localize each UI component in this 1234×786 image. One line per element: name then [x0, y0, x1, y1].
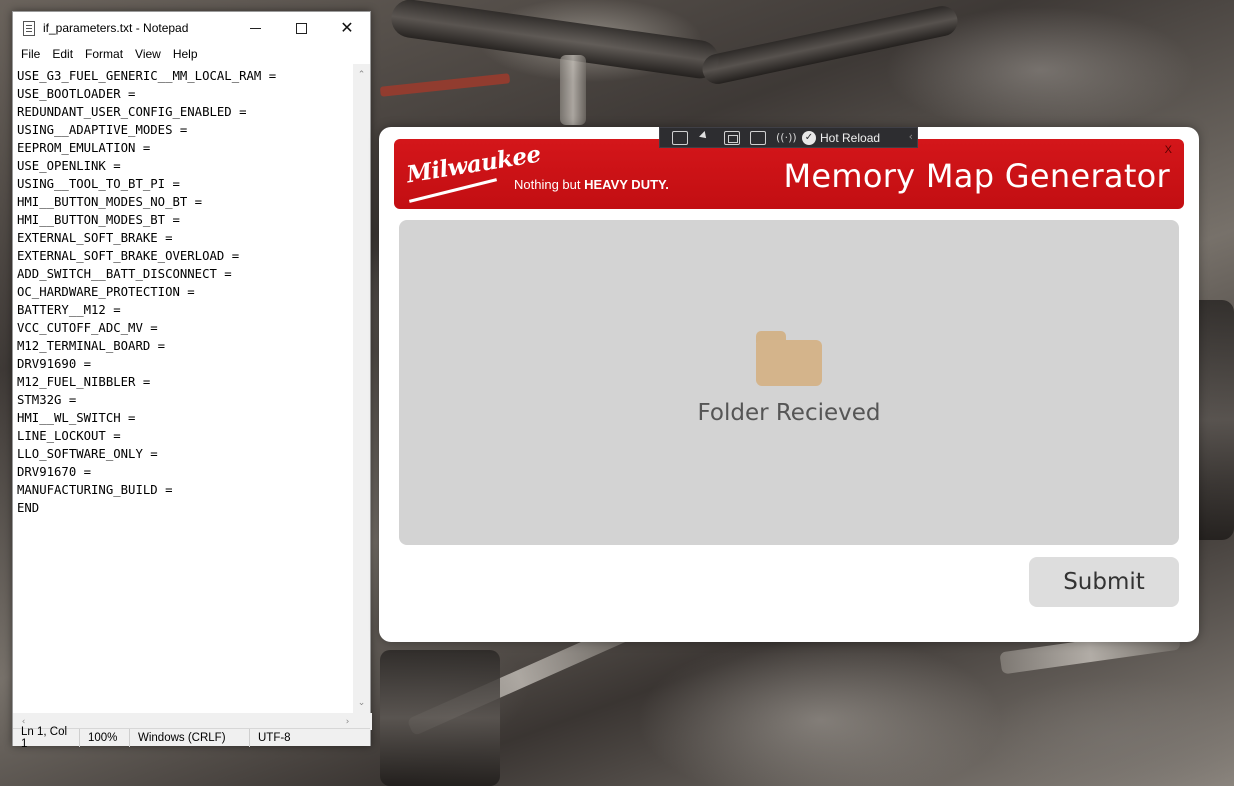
close-app-button[interactable]: X	[1165, 144, 1172, 156]
header-banner: Milwaukee Nothing but HEAVY DUTY. Memory…	[394, 139, 1184, 209]
status-zoom: 100%	[80, 728, 130, 747]
memory-map-generator-window: Milwaukee Nothing but HEAVY DUTY. Memory…	[379, 127, 1199, 642]
maximize-icon	[295, 22, 307, 34]
notepad-titlebar[interactable]: if_parameters.txt - Notepad ✕	[13, 12, 370, 44]
tagline-prefix: Nothing but	[514, 177, 585, 192]
menu-edit[interactable]: Edit	[46, 47, 79, 61]
hot-reload-check-icon: ✓	[802, 130, 816, 145]
live-visual-tree-icon[interactable]	[672, 130, 688, 145]
page-title: Memory Map Generator	[783, 157, 1170, 195]
notepad-file-icon	[23, 20, 35, 36]
folder-icon	[756, 331, 822, 387]
tagline-bold: HEAVY DUTY.	[584, 177, 669, 192]
menu-help[interactable]: Help	[167, 47, 204, 61]
drop-zone-status: Folder Recieved	[697, 400, 881, 426]
menu-format[interactable]: Format	[79, 47, 129, 61]
track-focus-icon[interactable]	[750, 130, 766, 145]
notepad-text-area[interactable]: USE_G3_FUEL_GENERIC__MM_LOCAL_RAM = USE_…	[13, 64, 355, 713]
scroll-down-icon[interactable]: ⌄	[353, 694, 370, 711]
notepad-menubar: File Edit Format View Help	[13, 44, 370, 64]
hot-reload-label[interactable]: Hot Reload	[820, 131, 880, 145]
minimize-icon	[249, 27, 261, 29]
notepad-statusbar: Ln 1, Col 1 100% Windows (CRLF) UTF-8	[13, 726, 370, 750]
select-element-icon[interactable]	[698, 131, 714, 145]
status-encoding: UTF-8	[258, 731, 291, 744]
brand-tagline: Nothing but HEAVY DUTY.	[514, 177, 669, 192]
submit-button[interactable]: Submit	[1029, 557, 1179, 607]
minimize-button[interactable]	[232, 12, 278, 44]
close-button[interactable]: ✕	[324, 12, 370, 44]
maximize-button[interactable]	[278, 12, 324, 44]
vertical-scrollbar[interactable]: ⌃ ⌄	[353, 64, 370, 713]
scroll-up-icon[interactable]: ⌃	[353, 66, 370, 83]
binding-failures-icon[interactable]: ((·))	[776, 131, 797, 145]
collapse-toolbar-icon[interactable]: ‹	[909, 130, 913, 143]
status-line-endings: Windows (CRLF)	[130, 728, 250, 747]
notepad-window: if_parameters.txt - Notepad ✕ File Edit …	[12, 11, 372, 750]
notepad-title: if_parameters.txt - Notepad	[43, 21, 189, 35]
menu-file[interactable]: File	[15, 47, 46, 61]
status-position: Ln 1, Col 1	[13, 726, 80, 750]
hot-reload-toolbar: ((·)) ✓ Hot Reload ‹	[659, 127, 918, 148]
display-layout-adorners-icon[interactable]	[724, 130, 740, 145]
folder-drop-zone[interactable]: Folder Recieved	[399, 220, 1179, 545]
menu-view[interactable]: View	[129, 47, 167, 61]
